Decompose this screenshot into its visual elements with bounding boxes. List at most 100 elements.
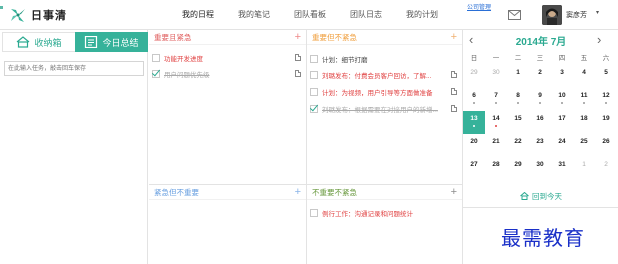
add-task-icon[interactable]: + [295, 30, 301, 45]
calendar-day[interactable]: 15 [507, 111, 529, 134]
calendar-week-row: 29 30 1 2 3 4 5 [463, 65, 618, 88]
nav-my-plan[interactable]: 我的计划 [394, 0, 450, 30]
calendar-day[interactable]: 14 [485, 111, 507, 134]
calendar-day[interactable]: 7 [485, 88, 507, 111]
chevron-right-icon[interactable]: › [597, 32, 601, 47]
avatar[interactable] [542, 5, 562, 25]
note-icon[interactable] [451, 71, 457, 78]
calendar-day[interactable]: 30 [529, 157, 551, 180]
calendar-day-today[interactable]: 13 [463, 111, 485, 134]
calendar-day[interactable]: 29 [507, 157, 529, 180]
calendar-day[interactable]: 22 [507, 134, 529, 157]
list-item[interactable]: 计划：细节打磨 [310, 53, 457, 64]
event-dot [561, 102, 563, 104]
company-admin-link[interactable]: 公司管理 [467, 2, 491, 11]
task-checkbox[interactable] [152, 69, 160, 78]
event-dot [605, 102, 607, 104]
calendar-day-number: 20 [470, 138, 478, 145]
calendar-day[interactable]: 16 [529, 111, 551, 134]
weekday-label: 六 [602, 55, 610, 62]
calendar-day[interactable]: 9 [529, 88, 551, 111]
task-checkbox[interactable] [310, 208, 318, 217]
calendar-day[interactable]: 1 [573, 157, 595, 180]
calendar-day[interactable]: 3 [551, 65, 573, 88]
calendar-day[interactable]: 30 [485, 65, 507, 88]
calendar-day[interactable]: 18 [573, 111, 595, 134]
calendar-day[interactable]: 26 [595, 134, 617, 157]
weekday-label: 四 [558, 55, 566, 62]
task-checkbox[interactable] [310, 70, 318, 79]
calendar-day[interactable]: 23 [529, 134, 551, 157]
note-icon[interactable] [451, 88, 457, 95]
calendar-day[interactable]: 24 [551, 134, 573, 157]
divider [306, 30, 307, 264]
user-name[interactable]: 窦彦芳 [566, 10, 587, 20]
nav-team-log[interactable]: 团队日志 [338, 0, 394, 30]
calendar-day[interactable]: 31 [551, 157, 573, 180]
task-input[interactable] [4, 61, 144, 76]
calendar-day[interactable]: 28 [485, 157, 507, 180]
calendar-day[interactable]: 5 [595, 65, 617, 88]
nav-my-notes[interactable]: 我的笔记 [226, 0, 282, 30]
add-task-icon[interactable]: + [451, 30, 457, 45]
calendar-week-row: 27 28 29 30 31 1 2 [463, 157, 618, 180]
task-checkbox[interactable] [310, 104, 318, 113]
calendar-day[interactable]: 25 [573, 134, 595, 157]
tab-today-summary[interactable]: 今日总结 [75, 32, 148, 52]
calendar-day[interactable]: 6 [463, 88, 485, 111]
calendar-day[interactable]: 20 [463, 134, 485, 157]
list-item[interactable]: 刘璐发布：根据需要在对接用户的新增... [310, 103, 457, 114]
calendar-day[interactable]: 19 [595, 111, 617, 134]
add-task-icon[interactable]: + [451, 185, 457, 200]
quadrant-urgent-not-important: 紧急但不重要 + [149, 185, 306, 264]
task-text: 刘璐发布：根据需要在对接用户的新增... [322, 106, 438, 114]
back-to-today-button[interactable]: 回到今天 [463, 190, 618, 204]
calendar-day[interactable]: 27 [463, 157, 485, 180]
logo-leaf-icon [11, 9, 25, 22]
calendar-day-number: 16 [536, 115, 544, 122]
weekday-label: 日 [470, 55, 478, 62]
inbox-icon [17, 36, 30, 48]
calendar-day[interactable]: 11 [573, 88, 595, 111]
note-icon[interactable] [295, 54, 301, 61]
app-name: 日事清 [31, 10, 67, 22]
calendar-day[interactable]: 17 [551, 111, 573, 134]
calendar-day[interactable]: 1 [507, 65, 529, 88]
app-logo[interactable]: 日事清 [8, 6, 67, 24]
task-text: 功能开发进度 [164, 55, 203, 63]
chevron-down-icon[interactable]: ▾ [596, 9, 599, 16]
calendar-day-number: 12 [602, 92, 610, 99]
calendar-day[interactable]: 12 [595, 88, 617, 111]
note-icon[interactable] [295, 70, 301, 77]
mail-icon[interactable] [508, 10, 521, 20]
calendar-day[interactable]: 8 [507, 88, 529, 111]
task-checkbox[interactable] [310, 54, 318, 63]
nav-my-schedule[interactable]: 我的日程 [170, 0, 226, 30]
calendar-day[interactable]: 21 [485, 134, 507, 157]
calendar-day[interactable]: 10 [551, 88, 573, 111]
task-text: 例行工作：沟通记录和问题统计 [322, 210, 413, 218]
task-checkbox[interactable] [152, 53, 160, 62]
note-icon[interactable] [451, 105, 457, 112]
list-item[interactable]: 例行工作：沟通记录和问题统计 [310, 207, 457, 218]
calendar-day[interactable]: 4 [573, 65, 595, 88]
list-item[interactable]: 刘璐发布：付费会员客户回访，了解... [310, 69, 457, 80]
nav-team-board[interactable]: 团队看板 [282, 0, 338, 30]
left-edge-marker [0, 6, 3, 9]
event-dot [539, 102, 541, 104]
quadrant-title: 重要且紧急 [149, 30, 306, 45]
calendar-week-row: 20 21 22 23 24 25 26 [463, 134, 618, 157]
list-item[interactable]: 计划：为视频，用户引导等方面做准备 [310, 86, 457, 97]
calendar-day-number: 4 [582, 69, 586, 76]
calendar-day-number: 18 [580, 115, 588, 122]
list-item[interactable]: 用户问题优先级 [152, 68, 301, 79]
add-task-icon[interactable]: + [295, 185, 301, 200]
calendar-day[interactable]: 2 [529, 65, 551, 88]
calendar-day[interactable]: 2 [595, 157, 617, 180]
home-icon [520, 192, 529, 200]
task-checkbox[interactable] [310, 87, 318, 96]
calendar-day-number: 28 [492, 161, 500, 168]
tab-inbox[interactable]: 收纳箱 [2, 32, 75, 52]
calendar-day[interactable]: 29 [463, 65, 485, 88]
list-item[interactable]: 功能开发进度 [152, 52, 301, 63]
